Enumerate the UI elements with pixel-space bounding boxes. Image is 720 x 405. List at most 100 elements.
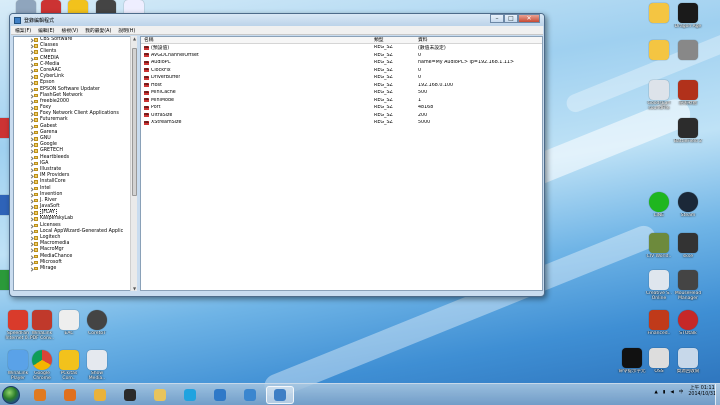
tree-item[interactable]: Mirage	[14, 266, 130, 272]
desktop-icon-sto[interactable]: STOtalk	[668, 310, 708, 336]
expand-arrow-icon[interactable]	[29, 267, 34, 272]
expand-arrow-icon[interactable]	[29, 112, 34, 117]
menu-help[interactable]: 說明(H)	[118, 27, 135, 34]
expand-arrow-icon[interactable]	[29, 38, 34, 43]
desktop-icon-recycle-bin[interactable]: 資源回收筒	[668, 348, 708, 374]
scroll-up-icon[interactable]: ▲	[132, 36, 137, 41]
expand-arrow-icon[interactable]	[29, 63, 34, 68]
expand-arrow-icon[interactable]	[29, 205, 34, 210]
value-data: 200	[418, 112, 428, 118]
desktop-icon-app[interactable]	[668, 40, 708, 61]
input-language[interactable]: 中	[679, 389, 684, 395]
desktop-icon-ledger[interactable]: 記帳軟體	[668, 80, 708, 106]
expand-arrow-icon[interactable]	[29, 75, 34, 80]
column-name[interactable]: 名稱	[141, 37, 371, 43]
column-data[interactable]: 資料	[415, 37, 542, 43]
expand-arrow-icon[interactable]	[29, 87, 34, 93]
value-list[interactable]: 名稱 類型 資料 ab(預設值)REG_SZ(數值未設定)abAVGDChann…	[140, 36, 543, 291]
menu-file[interactable]: 檔案(F)	[15, 27, 31, 34]
value-row[interactable]: abPort REG_SZ 48168	[141, 104, 542, 112]
value-row[interactable]: ab(預設值) REG_SZ (數值未設定)	[141, 44, 542, 52]
expand-arrow-icon[interactable]	[29, 186, 34, 192]
expand-arrow-icon[interactable]	[29, 155, 34, 161]
desktop-icon-dragon-age[interactable]: Dragon Age	[668, 3, 708, 29]
expand-arrow-icon[interactable]	[29, 44, 34, 49]
expand-arrow-icon[interactable]	[29, 199, 34, 204]
value-row[interactable]: abAVGDChannelOffset REG_SZ 0	[141, 52, 542, 60]
title-bar[interactable]: 登錄編輯程式	[10, 14, 544, 26]
taskbar-app[interactable]	[146, 386, 174, 404]
desktop-icon-coretot[interactable]: CoretoT	[77, 310, 117, 336]
desktop-icon-show-media[interactable]: Show Media..	[77, 350, 117, 381]
expand-arrow-icon[interactable]	[29, 224, 34, 229]
taskbar-app[interactable]	[86, 386, 114, 404]
expand-arrow-icon[interactable]	[29, 125, 34, 130]
expand-arrow-icon[interactable]	[29, 168, 34, 173]
key-tree[interactable]: CBS Software Classes Clients CMEDIA C-Media C…	[13, 36, 131, 291]
expand-arrow-icon[interactable]	[29, 100, 34, 105]
expand-arrow-icon[interactable]	[29, 162, 34, 167]
value-row[interactable]: abMiniCache REG_SZ 500	[141, 89, 542, 97]
media-player-icon	[34, 389, 46, 401]
desktop-icon-skse[interactable]: skse	[668, 233, 708, 259]
expand-arrow-icon[interactable]	[29, 131, 34, 136]
clock[interactable]: 上午 01:11 2014/10/31	[688, 386, 716, 398]
expand-arrow-icon[interactable]	[29, 143, 34, 148]
menu-favorites[interactable]: 我的最愛(A)	[85, 27, 111, 34]
value-row[interactable]: abMiniMode REG_SZ 1	[141, 97, 542, 105]
expand-arrow-icon[interactable]	[29, 137, 34, 142]
expand-arrow-icon[interactable]	[29, 56, 34, 62]
tree-item-label: CoreAAC	[40, 67, 62, 73]
scroll-thumb[interactable]	[132, 48, 137, 196]
taskbar-app[interactable]	[116, 386, 144, 404]
expand-arrow-icon[interactable]	[29, 236, 34, 241]
registry-editor-window[interactable]: 登錄編輯程式 – □ ✕ 檔案(F) 編輯(E) 檢視(V) 我的最愛(A) 說…	[9, 13, 545, 297]
expand-arrow-icon[interactable]	[29, 242, 34, 247]
show-desktop-button[interactable]	[715, 384, 720, 405]
expand-arrow-icon[interactable]	[29, 81, 34, 86]
taskbar-app[interactable]	[266, 386, 294, 404]
expand-arrow-icon[interactable]	[29, 149, 34, 154]
value-row[interactable]: abXStreamSize REG_SZ 5000	[141, 119, 542, 127]
taskbar-app[interactable]	[56, 386, 84, 404]
tray-arrow-icon[interactable]: ▲	[654, 390, 657, 395]
maximize-button[interactable]: □	[504, 14, 518, 23]
volume-icon[interactable]: ◀	[670, 390, 673, 395]
desktop-icon-battlefield[interactable]: BattleField 2	[668, 118, 708, 144]
expand-arrow-icon[interactable]	[29, 50, 34, 55]
expand-arrow-icon[interactable]	[29, 106, 34, 111]
expand-arrow-icon[interactable]	[29, 118, 34, 124]
expand-arrow-icon[interactable]	[29, 193, 34, 198]
menu-edit[interactable]: 編輯(E)	[38, 27, 54, 34]
column-type[interactable]: 類型	[371, 37, 415, 43]
taskbar-app[interactable]	[176, 386, 204, 404]
tree-scrollbar[interactable]: ▲ ▼	[130, 36, 137, 291]
taskbar-app[interactable]	[26, 386, 54, 404]
expand-arrow-icon[interactable]	[29, 217, 34, 223]
taskbar-app[interactable]	[236, 386, 264, 404]
expand-arrow-icon[interactable]	[29, 174, 34, 179]
expand-arrow-icon[interactable]	[29, 261, 34, 266]
expand-arrow-icon[interactable]	[29, 254, 34, 260]
expand-arrow-icon[interactable]	[29, 230, 34, 235]
value-row[interactable]: abAudioPC REG_SZ name=My AudioPC> ip=192.1…	[141, 59, 542, 67]
start-button[interactable]	[2, 386, 20, 404]
expand-arrow-icon[interactable]	[29, 248, 34, 253]
expand-arrow-icon[interactable]	[29, 180, 34, 185]
folder-icon	[34, 229, 38, 234]
desktop-icon-mouse[interactable]: MouseHead Manager	[668, 270, 708, 301]
expand-arrow-icon[interactable]	[29, 69, 34, 74]
expand-arrow-icon[interactable]	[29, 211, 34, 216]
taskbar-app[interactable]	[206, 386, 234, 404]
expand-arrow-icon[interactable]	[29, 94, 34, 99]
value-row[interactable]: abClockFix REG_SZ 0	[141, 67, 542, 75]
minimize-button[interactable]: –	[490, 14, 504, 23]
desktop-icon-steam[interactable]: Steam	[668, 192, 708, 218]
value-row[interactable]: abHost REG_SZ 192.168.0.100	[141, 82, 542, 90]
close-button[interactable]: ✕	[518, 14, 540, 23]
value-row[interactable]: abUltraSize REG_SZ 200	[141, 112, 542, 120]
value-row[interactable]: abDriverBuffer REG_SZ 0	[141, 74, 542, 82]
network-icon[interactable]: ▮	[663, 390, 665, 395]
menu-view[interactable]: 檢視(V)	[61, 27, 78, 34]
scroll-down-icon[interactable]: ▼	[132, 286, 137, 291]
